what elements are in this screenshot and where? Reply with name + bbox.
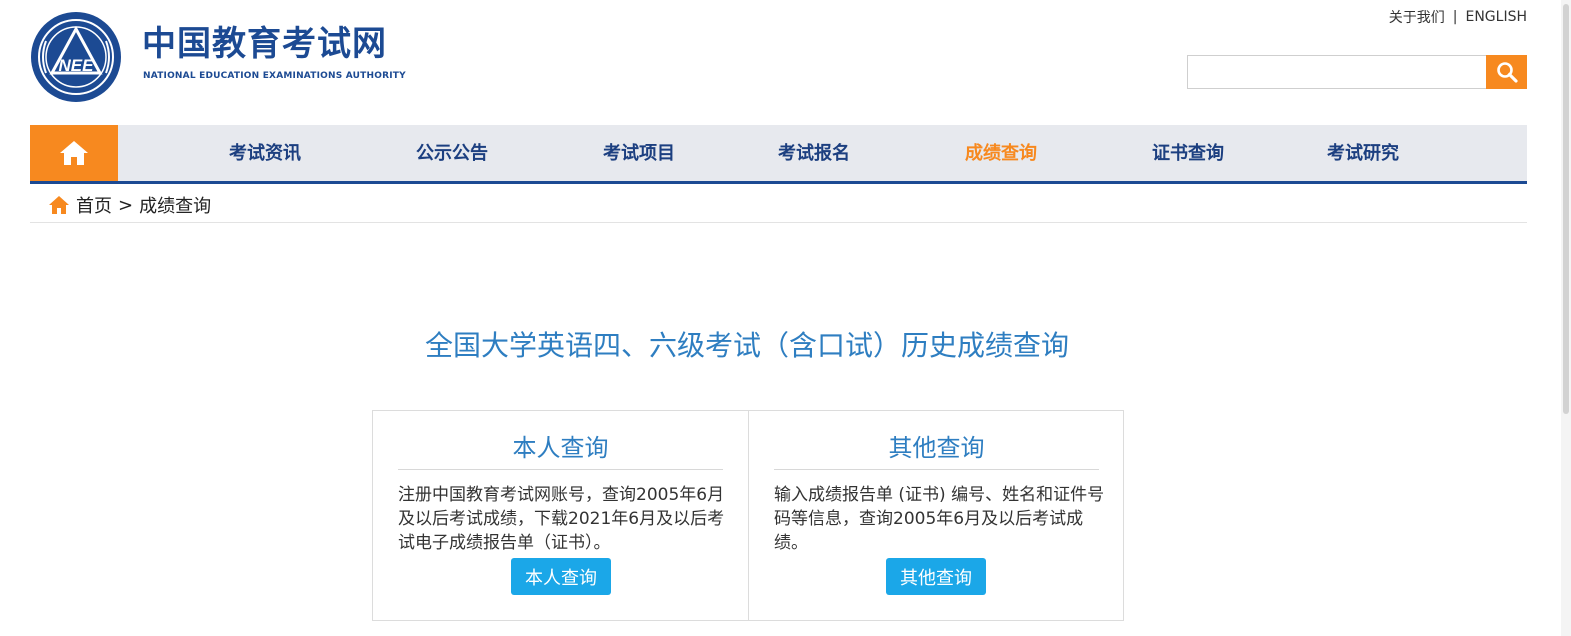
self-query-card: 本人查询 注册中国教育考试网账号，查询2005年6月及以后考试成绩，下载2021… bbox=[373, 411, 748, 620]
nav-item-news[interactable]: 考试资讯 bbox=[229, 125, 301, 181]
card-divider bbox=[398, 469, 723, 470]
site-title: 中国教育考试网 bbox=[142, 24, 387, 64]
search-button[interactable] bbox=[1486, 55, 1527, 89]
scrollbar-thumb[interactable] bbox=[1563, 4, 1569, 414]
logo-letters: NEE bbox=[59, 56, 95, 75]
site-subtitle: NATIONAL EDUCATION EXAMINATIONS AUTHORIT… bbox=[143, 71, 406, 81]
card-title: 其他查询 bbox=[888, 434, 985, 462]
search-input[interactable] bbox=[1187, 55, 1486, 89]
query-panel: 本人查询 注册中国教育考试网账号，查询2005年6月及以后考试成绩，下载2021… bbox=[372, 410, 1124, 621]
main-nav: 考试资讯 公示公告 考试项目 考试报名 成绩查询 证书查询 考试研究 bbox=[30, 125, 1527, 184]
site-logo[interactable]: NEE bbox=[30, 11, 122, 103]
top-links: 关于我们 | ENGLISH bbox=[1389, 7, 1527, 27]
nav-item-research[interactable]: 考试研究 bbox=[1327, 125, 1399, 181]
page-scrollbar[interactable] bbox=[1561, 0, 1571, 636]
search-icon bbox=[1496, 62, 1518, 83]
breadcrumb-separator: > bbox=[118, 194, 134, 216]
about-link[interactable]: 关于我们 bbox=[1389, 7, 1445, 27]
nav-item-notices[interactable]: 公示公告 bbox=[416, 125, 488, 181]
link-separator: | bbox=[1452, 9, 1458, 25]
page-title: 全国大学英语四、六级考试（含口试）历史成绩查询 bbox=[424, 329, 1069, 362]
breadcrumb-home-link[interactable]: 首页 bbox=[76, 192, 112, 218]
card-description: 输入成绩报告单 (证书) 编号、姓名和证件号码等信息，查询2005年6月及以后考… bbox=[774, 485, 1105, 553]
nav-item-registration[interactable]: 考试报名 bbox=[778, 125, 850, 181]
other-query-card: 其他查询 输入成绩报告单 (证书) 编号、姓名和证件号码等信息，查询2005年6… bbox=[748, 411, 1123, 620]
breadcrumb-current: 成绩查询 bbox=[139, 196, 212, 217]
search-bar bbox=[1187, 55, 1527, 89]
english-link[interactable]: ENGLISH bbox=[1465, 9, 1527, 25]
card-description: 注册中国教育考试网账号，查询2005年6月及以后考试成绩，下载2021年6月及以… bbox=[398, 485, 725, 553]
breadcrumb: 首页 > 成绩查询 bbox=[48, 192, 211, 218]
nav-item-certificates[interactable]: 证书查询 bbox=[1152, 125, 1224, 181]
nav-item-exams[interactable]: 考试项目 bbox=[603, 125, 675, 181]
home-icon bbox=[60, 141, 88, 165]
other-query-button[interactable]: 其他查询 bbox=[886, 558, 986, 595]
self-query-button[interactable]: 本人查询 bbox=[511, 558, 611, 595]
breadcrumb-home-icon bbox=[49, 196, 69, 214]
nav-home-button[interactable] bbox=[30, 125, 118, 181]
nav-item-scores[interactable]: 成绩查询 bbox=[965, 125, 1037, 181]
breadcrumb-divider bbox=[30, 222, 1527, 223]
card-divider bbox=[774, 469, 1099, 470]
card-title: 本人查询 bbox=[512, 434, 609, 462]
nee-logo-icon: NEE bbox=[31, 12, 121, 102]
